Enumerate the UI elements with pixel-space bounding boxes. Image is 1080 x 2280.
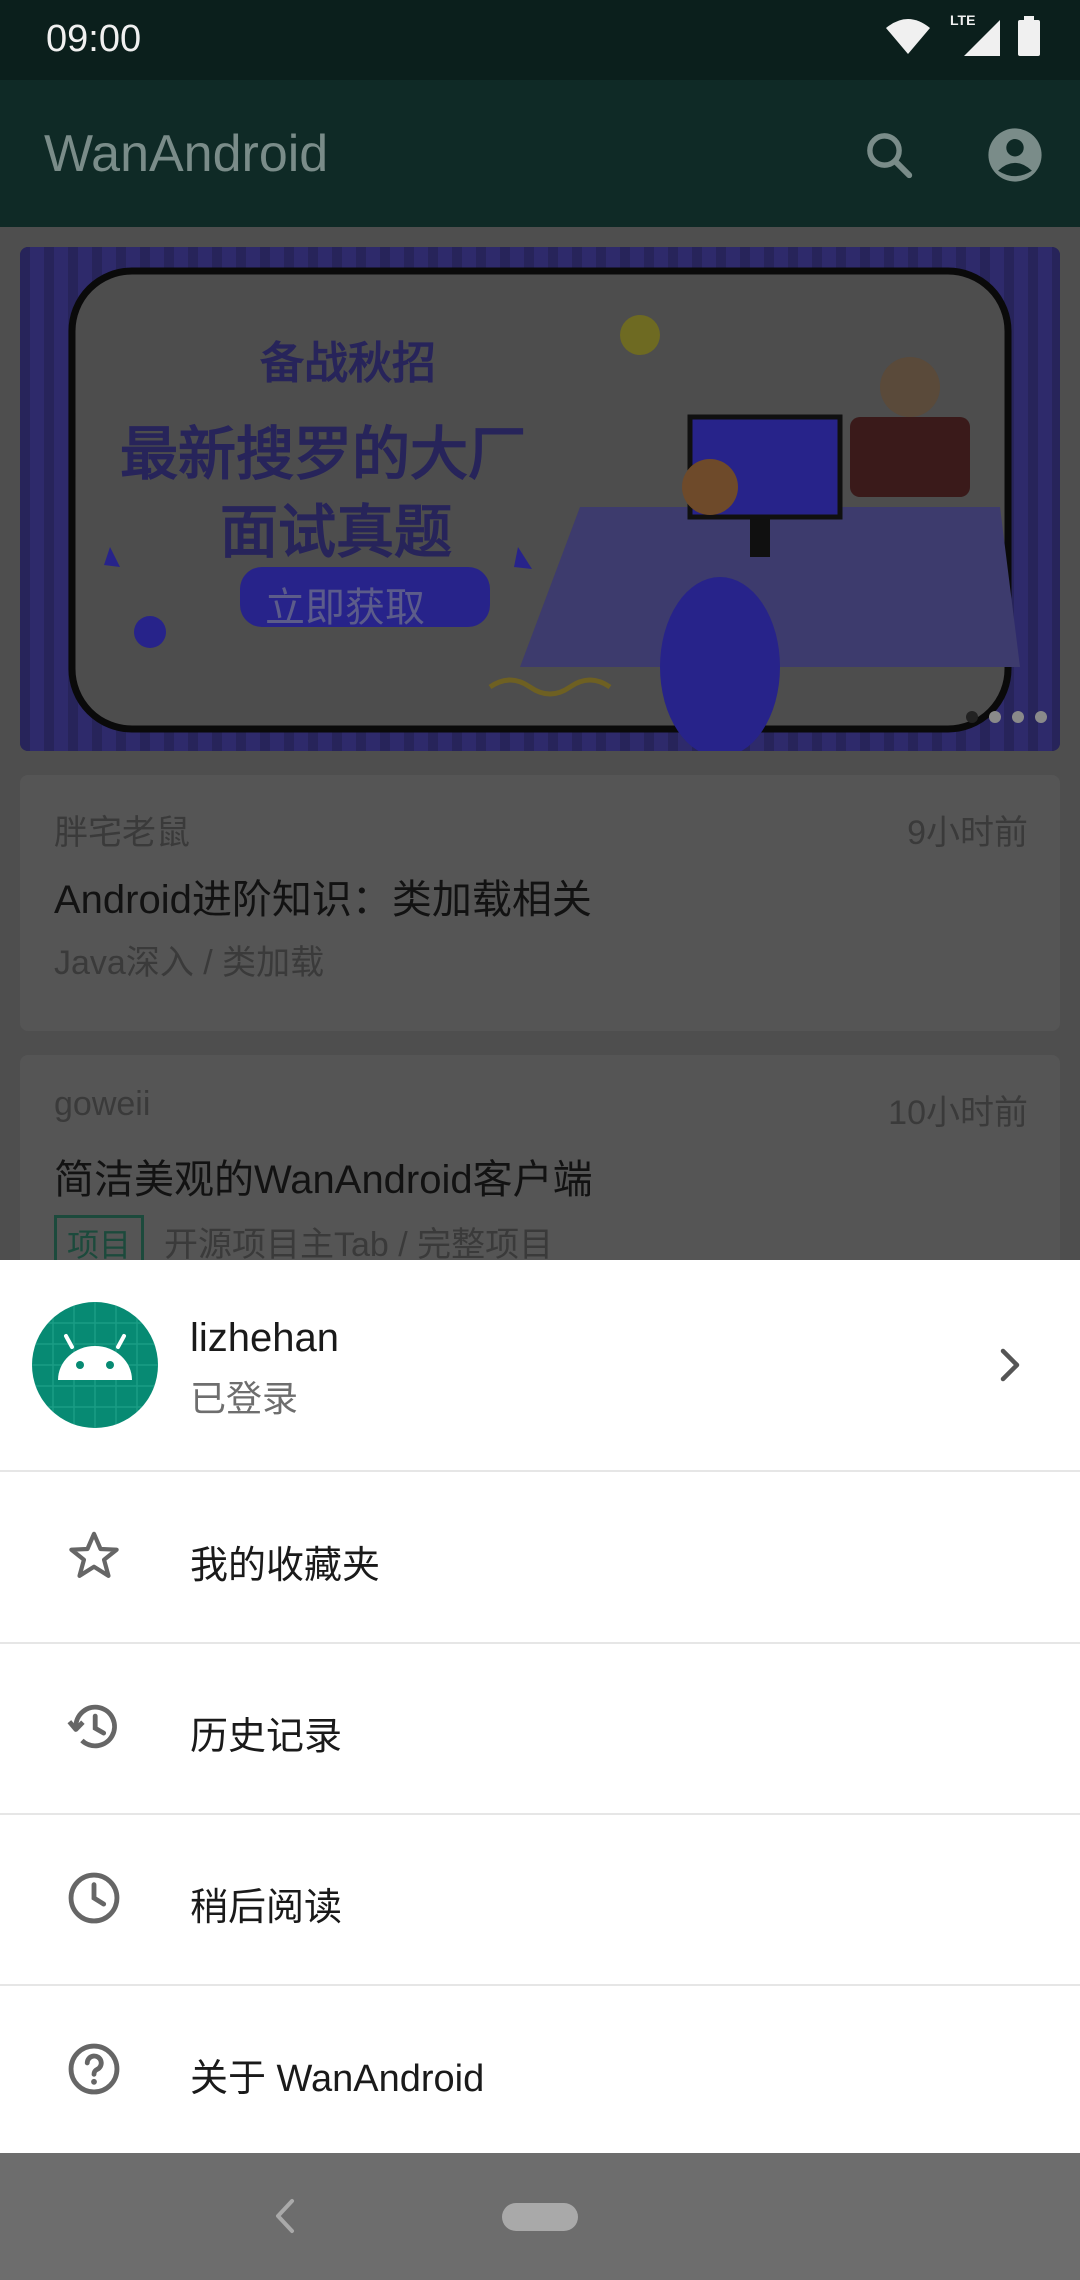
chevron-right-icon xyxy=(990,1340,1030,1390)
help-circle-icon xyxy=(64,2039,124,2099)
home-pill[interactable] xyxy=(502,2203,578,2231)
banner-carousel[interactable]: 备战秋招 最新搜罗的大厂 面试真题 立即获取 xyxy=(20,247,1060,751)
banner-line1: 备战秋招 xyxy=(260,339,436,388)
wifi-icon xyxy=(886,19,930,54)
article-author: 胖宅老鼠 xyxy=(54,814,190,852)
banner-line2: 最新搜罗的大厂 xyxy=(120,422,527,487)
article-author: goweii xyxy=(54,1085,151,1123)
banner-illustration xyxy=(20,247,1060,751)
article-card[interactable]: goweii 10小时前 简洁美观的WanAndroid客户端 项目 开源项目主T… xyxy=(20,1055,1060,1260)
article-category: Java深入 / 类加载 xyxy=(54,944,325,982)
bottom-sheet-menu: lizhehan 已登录 我的收藏夹 历史记录 稍后阅读 关于 WanAndro… xyxy=(0,1260,1080,2153)
search-button[interactable] xyxy=(854,120,924,190)
menu-item-favorites[interactable]: 我的收藏夹 xyxy=(0,1472,1080,1644)
menu-item-read-later[interactable]: 稍后阅读 xyxy=(0,1814,1080,1986)
article-category-row: 项目 开源项目主Tab / 完整项目 xyxy=(54,1215,553,1260)
menu-label: 关于 WanAndroid xyxy=(190,2058,485,2100)
menu-label: 历史记录 xyxy=(190,1716,343,1758)
project-tag: 项目 xyxy=(54,1215,145,1260)
login-status: 已登录 xyxy=(190,1378,299,1419)
menu-item-history[interactable]: 历史记录 xyxy=(0,1643,1080,1815)
article-title: 简洁美观的WanAndroid客户端 xyxy=(54,1158,593,1202)
article-time: 10小时前 xyxy=(888,1094,1028,1132)
account-circle-icon xyxy=(988,128,1042,182)
avatar xyxy=(32,1302,158,1428)
status-bar: 09:00 LTE xyxy=(0,0,1080,80)
navigation-bar xyxy=(0,2153,1080,2280)
search-icon xyxy=(867,133,913,179)
battery-icon xyxy=(1018,16,1040,56)
menu-item-about[interactable]: 关于 WanAndroid xyxy=(0,1985,1080,2155)
article-category: 开源项目主Tab / 完整项目 xyxy=(164,1226,554,1260)
article-list: 备战秋招 最新搜罗的大厂 面试真题 立即获取 胖宅老鼠 9小时前 Android… xyxy=(0,227,1080,1260)
profile-row[interactable]: lizhehan 已登录 xyxy=(0,1260,1080,1472)
clock-icon xyxy=(64,1868,124,1928)
article-time: 9小时前 xyxy=(907,814,1028,852)
status-icons: LTE xyxy=(884,12,1040,56)
banner-line3: 面试真题 xyxy=(220,500,453,565)
app-bar: WanAndroid xyxy=(0,80,1080,227)
article-card[interactable]: 胖宅老鼠 9小时前 Android进阶知识：类加载相关 Java深入 / 类加载 xyxy=(20,775,1060,1031)
banner-cta: 立即获取 xyxy=(265,586,425,630)
username: lizhehan xyxy=(190,1316,340,1360)
android-icon xyxy=(32,1302,158,1428)
back-nav-icon[interactable] xyxy=(270,2193,300,2239)
account-button[interactable] xyxy=(980,120,1050,190)
menu-label: 稍后阅读 xyxy=(190,1887,343,1929)
history-icon xyxy=(64,1697,124,1757)
article-title: Android进阶知识：类加载相关 xyxy=(54,878,592,922)
star-outline-icon xyxy=(64,1526,124,1586)
menu-label: 我的收藏夹 xyxy=(190,1545,381,1587)
cell-signal-icon: LTE xyxy=(950,12,1000,56)
app-title: WanAndroid xyxy=(44,125,329,183)
status-time: 09:00 xyxy=(46,18,142,60)
